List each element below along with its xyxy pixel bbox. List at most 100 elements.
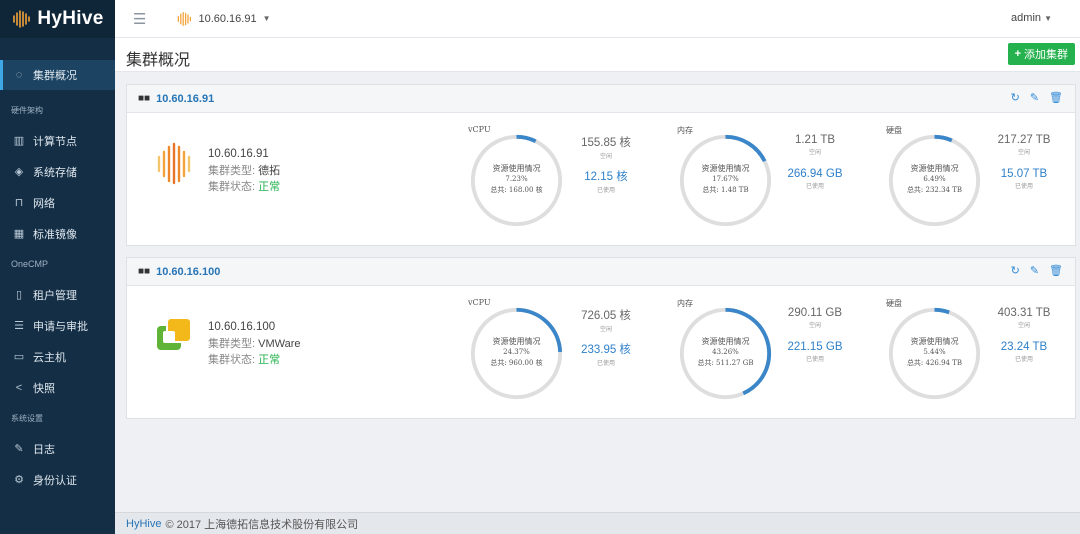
cluster-logo <box>155 141 195 185</box>
refresh-icon[interactable]: ↻ <box>1011 91 1020 104</box>
sidebar-item-compute-nodes[interactable]: ▥ 计算节点 <box>0 125 115 156</box>
edit-icon[interactable]: ✎ <box>1030 264 1039 277</box>
used-amount: 221.15 GB 已使用 <box>777 341 853 363</box>
used-value: 233.95 核 <box>581 344 631 356</box>
cluster-logo <box>155 314 195 358</box>
cluster-panel-body: 10.60.16.100 集群类型: VMWare 集群状态: 正常 vCPU 资源使用… <box>127 286 1075 418</box>
free-value: 155.85 核 <box>581 137 631 149</box>
ring-text: 资源使用情况 6.49% 总共: 232.34 TB <box>886 163 983 196</box>
cluster-info: 10.60.16.100 集群类型: VMWare 集群状态: 正常 <box>208 319 301 368</box>
usage-percent: 17.67% <box>712 175 739 183</box>
used-label: 已使用 <box>1014 357 1033 363</box>
edit-icon[interactable]: ✎ <box>1030 91 1039 104</box>
used-label: 已使用 <box>805 184 824 190</box>
section-hardware: 硬件架构 <box>11 105 43 115</box>
brand[interactable]: HyHive <box>0 0 115 38</box>
panel-actions: ↻ ✎ 🗑 <box>1011 91 1063 104</box>
sidebar-item-vms[interactable]: ▭ 云主机 <box>0 341 115 372</box>
used-amount: 233.95 核已使用 <box>568 341 644 367</box>
free-value: 403.31 TB <box>997 307 1051 319</box>
cluster-name: 10.60.16.100 <box>208 321 276 333</box>
cluster-ip[interactable]: 10.60.16.100 <box>156 266 220 278</box>
section-onecmp: OneCMP <box>11 259 49 269</box>
free-value: 290.11 GB <box>787 307 843 319</box>
usage-percent: 5.44% <box>923 348 946 356</box>
usage-caption: 资源使用情况 <box>910 337 959 346</box>
hyhive-logo-icon <box>178 11 192 26</box>
plus-icon: + <box>1014 48 1021 60</box>
panel-actions: ↻ ✎ 🗑 <box>1011 264 1063 277</box>
book-icon: ▯ <box>15 289 23 301</box>
usage-caption: 资源使用情况 <box>701 164 750 173</box>
sidebar-item-approvals[interactable]: ☰ 申请与审批 <box>0 310 115 341</box>
usage-total: 总共: 511.27 GB <box>697 359 754 367</box>
dashboard-icon: ◌ <box>15 69 23 81</box>
caret-down-icon: ▼ <box>262 14 271 23</box>
free-value: 217.27 TB <box>997 134 1051 146</box>
sidebar-item-label: 申请与审批 <box>33 320 88 333</box>
sidebar-item-images[interactable]: ▦ 标准镜像 <box>0 218 115 249</box>
delete-icon[interactable]: 🗑 <box>1049 91 1063 104</box>
share-icon: < <box>15 381 23 394</box>
metric-card: 硬盘 资源使用情况 5.44% 总共: 426.94 TB 403.31 TB 空闲 23.… <box>886 286 1076 418</box>
usage-caption: 资源使用情况 <box>492 337 541 346</box>
add-cluster-button[interactable]: + 添加集群 <box>1007 43 1075 65</box>
metric-card: vCPU 资源使用情况 7.23% 总共: 168.00 核 155.85 核空闲 12.… <box>468 113 658 245</box>
cluster-panel-header: ■■ 10.60.16.91 ↻ ✎ 🗑 <box>127 85 1075 113</box>
section-settings: 系统设置 <box>11 413 43 423</box>
usage-percent: 7.23% <box>505 175 528 183</box>
refresh-icon[interactable]: ↻ <box>1011 264 1020 277</box>
delete-icon[interactable]: 🗑 <box>1049 264 1063 277</box>
usage-caption: 资源使用情况 <box>910 164 959 173</box>
cluster-status-label: 集群状态: <box>208 354 256 366</box>
used-label: 已使用 <box>596 361 615 367</box>
metric-card: 硬盘 资源使用情况 6.49% 总共: 232.34 TB 217.27 TB 空闲 15.… <box>886 113 1076 245</box>
copyright-text: © 2017 上海德拓信息技术股份有限公司 <box>165 518 359 531</box>
cluster-switcher[interactable]: 10.60.16.91 ▼ <box>176 11 271 27</box>
grid-icon: ■■ <box>138 266 151 277</box>
network-icon: ⊓ <box>14 197 24 209</box>
sidebar-item-network[interactable]: ⊓ 网络 <box>0 187 115 218</box>
usage-total: 总共: 426.94 TB <box>906 359 963 367</box>
usage-total: 总共: 232.34 TB <box>906 186 963 194</box>
page-title: 集群概况 <box>126 52 191 69</box>
usage-percent: 6.49% <box>923 175 946 183</box>
settings-icon: ⚙ <box>14 474 24 486</box>
cluster-ip[interactable]: 10.60.16.91 <box>156 93 214 105</box>
usage-total: 总共: 960.00 核 <box>490 359 543 367</box>
free-amount: 290.11 GB 空闲 <box>777 307 853 329</box>
add-cluster-label: 添加集群 <box>1024 49 1068 61</box>
sidebar-item-auth[interactable]: ⚙ 身份认证 <box>0 464 115 495</box>
sidebar: HyHive ◌ 集群概况 硬件架构 ▥ 计算节点 ◈ 系统存储 ⊓ 网络 ▦ 标准镜像… <box>0 0 115 534</box>
used-amount: 12.15 核已使用 <box>568 168 644 194</box>
sidebar-item-overview[interactable]: ◌ 集群概况 <box>0 60 115 90</box>
cluster-panel: ■■ 10.60.16.100 ↻ ✎ 🗑 10.60.16.100 集群类型: VMWar… <box>126 257 1076 419</box>
username: admin <box>1011 12 1042 24</box>
page-header: 集群概况 + 添加集群 <box>115 38 1080 72</box>
ring-text: 资源使用情况 43.26% 总共: 511.27 GB <box>677 336 774 369</box>
ring-text: 资源使用情况 7.23% 总共: 168.00 核 <box>468 163 565 196</box>
cluster-panel-header: ■■ 10.60.16.100 ↻ ✎ 🗑 <box>127 258 1075 286</box>
free-label: 空闲 <box>1017 323 1030 329</box>
usage-caption: 资源使用情况 <box>701 337 750 346</box>
sidebar-item-label: 集群概况 <box>33 70 77 82</box>
free-label: 空闲 <box>1017 150 1030 156</box>
menu-toggle-icon[interactable]: ☰ <box>133 10 146 28</box>
free-value: 1.21 TB <box>794 134 836 146</box>
metric-card: vCPU 资源使用情况 24.37% 总共: 960.00 核 726.05 核空闲 23… <box>468 286 658 418</box>
usage-caption: 资源使用情况 <box>492 164 541 173</box>
used-amount: 15.07 TB 已使用 <box>986 168 1062 190</box>
sidebar-item-snapshots[interactable]: < 快照 <box>0 372 115 403</box>
user-menu[interactable]: admin ▼ <box>1011 12 1052 24</box>
cluster-panel-body: 10.60.16.91 集群类型: 德拓 集群状态: 正常 vCPU 资源使用情况 7.2… <box>127 113 1075 245</box>
used-value: 15.07 TB <box>1000 168 1048 180</box>
sidebar-item-storage[interactable]: ◈ 系统存储 <box>0 156 115 187</box>
vmware-logo-icon <box>157 317 192 350</box>
sidebar-item-tenants[interactable]: ▯ 租户管理 <box>0 279 115 310</box>
storage-icon: ◈ <box>14 166 24 178</box>
footer-brand-link[interactable]: HyHive <box>126 518 161 530</box>
usage-total: 总共: 1.48 TB <box>702 186 749 194</box>
ring-text: 资源使用情况 17.67% 总共: 1.48 TB <box>677 163 774 196</box>
sidebar-item-label: 云主机 <box>33 351 66 364</box>
sidebar-item-logs[interactable]: ✎ 日志 <box>0 433 115 464</box>
